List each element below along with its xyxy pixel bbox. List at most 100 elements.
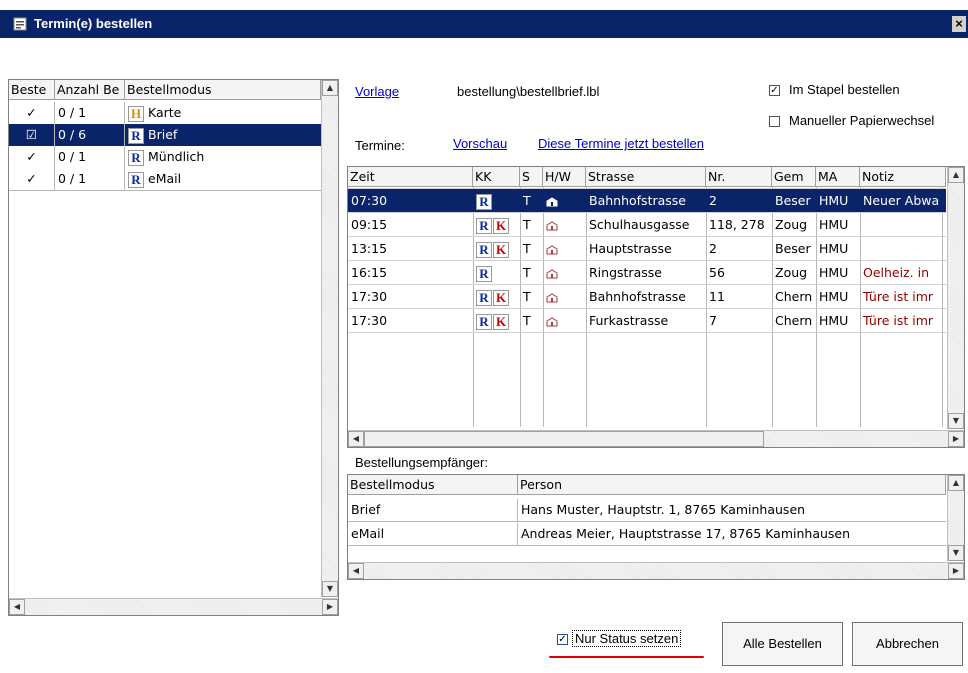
vorschau-link[interactable]: Vorschau [453, 136, 507, 151]
row-divider [348, 284, 946, 285]
termin-row[interactable]: 09:15 R K T Schulhausgasse 118, 278 Zoug HMU [348, 213, 946, 237]
scroll-up-icon[interactable]: ▲ [948, 475, 964, 491]
count-value: 0 / 6 [55, 124, 125, 146]
gem-cell: Chern [775, 289, 813, 304]
recipients-table[interactable]: Bestellmodus Person Brief Hans Muster, H… [347, 474, 965, 580]
scroll-down-icon[interactable]: ▼ [948, 413, 964, 429]
house-icon [543, 261, 586, 285]
gem-cell: Zoug [775, 265, 808, 280]
s-cell: T [523, 241, 531, 256]
status-underline [549, 656, 704, 658]
notiz-cell: Türe ist imr [863, 289, 934, 304]
mode-label: Karte [148, 105, 182, 120]
termin-row[interactable]: 17:30 R K T Furkastrasse 7 Chern HMU Türe ist im… [348, 309, 946, 333]
divider [9, 190, 321, 191]
s-cell: T [523, 265, 531, 280]
recipient-row[interactable]: eMail Andreas Meier, Hauptstrasse 17, 87… [348, 523, 946, 546]
recipients-vscrollbar[interactable]: ▲ ▼ [947, 475, 964, 561]
scroll-down-icon[interactable]: ▼ [948, 545, 964, 561]
col-header-zeit[interactable]: Zeit [348, 167, 473, 187]
list-item[interactable]: ✓ 0 / 1 R Mündlich [9, 146, 321, 168]
col-header-person[interactable]: Person [518, 475, 946, 495]
stapel-checkbox[interactable]: ✓ [769, 85, 780, 96]
ma-cell: HMU [819, 217, 849, 232]
scroll-left-icon[interactable]: ◀ [348, 563, 364, 579]
house-icon [543, 309, 586, 333]
check-icon[interactable]: ✓ [9, 102, 55, 124]
alle-bestellen-button[interactable]: Alle Bestellen [722, 622, 843, 666]
termin-row[interactable]: 16:15 R T Ringstrasse 56 Zoug HMU Oelheiz. in [348, 261, 946, 285]
col-header-hw[interactable]: H/W [543, 167, 586, 187]
scroll-thumb[interactable] [364, 431, 764, 447]
scroll-left-icon[interactable]: ◀ [348, 431, 364, 447]
col-header-s[interactable]: S [520, 167, 543, 187]
abbrechen-button[interactable]: Abbrechen [852, 622, 963, 666]
nr-cell: 2 [709, 241, 717, 256]
checkbox-icon[interactable]: ☑ [9, 124, 55, 146]
scroll-up-icon[interactable]: ▲ [948, 167, 964, 183]
nr-cell: 118, 278 [709, 217, 765, 232]
scroll-right-icon[interactable]: ▶ [948, 563, 964, 579]
left-list-vscrollbar[interactable]: ▲ ▼ [321, 80, 338, 597]
list-item[interactable]: ✓ 0 / 1 ReMail [9, 168, 321, 190]
left-list-hscrollbar[interactable]: ◀ ▶ [9, 598, 338, 615]
title-bar[interactable]: Termin(e) bestellen × [0, 10, 968, 38]
list-item[interactable]: ✓ 0 / 1 H Karte [9, 102, 321, 124]
ma-cell: HMU [819, 265, 849, 280]
zeit-cell: 17:30 [351, 313, 388, 328]
col-header-anzahl[interactable]: Anzahl Be [55, 80, 125, 100]
recipient-row[interactable]: Brief Hans Muster, Hauptstr. 1, 8765 Kam… [348, 499, 946, 522]
termin-row[interactable]: 17:30 R K T Bahnhofstrasse 11 Chern HMU Türe ist… [348, 285, 946, 309]
gem-cell: Beser [775, 241, 811, 256]
scroll-right-icon[interactable]: ▶ [948, 431, 964, 447]
s-cell: T [523, 313, 531, 328]
r-badge-icon: R [476, 241, 492, 258]
bestellmodus-list[interactable]: Beste Anzahl Be Bestellmodus ✓ 0 / 1 H Ka… [8, 79, 339, 616]
termine-label: Termine: [355, 138, 405, 153]
strasse-cell: Furkastrasse [589, 313, 669, 328]
scroll-left-icon[interactable]: ◀ [9, 599, 25, 615]
recipient-person: Andreas Meier, Hauptstrasse 17, 8765 Kam… [521, 526, 851, 541]
col-header-kk[interactable]: KK [473, 167, 520, 187]
termin-row-selected[interactable]: 07:30 R T Bahnhofstrasse 2 Beser HMU Neuer Abwa [348, 189, 946, 213]
mode-cell: R Mündlich [125, 146, 321, 168]
vorlage-link[interactable]: Vorlage [355, 84, 399, 99]
nr-cell: 2 [709, 193, 717, 208]
check-icon[interactable]: ✓ [9, 146, 55, 168]
col-header-beste[interactable]: Beste [9, 80, 55, 100]
papier-checkbox[interactable] [769, 116, 780, 127]
r-badge-icon: R [476, 193, 492, 210]
kk-cell: RK [473, 237, 520, 261]
close-icon[interactable]: × [952, 16, 966, 32]
recipients-hscrollbar[interactable]: ◀ ▶ [348, 562, 964, 579]
check-icon[interactable]: ✓ [9, 168, 55, 190]
nr-cell: 7 [709, 313, 717, 328]
col-header-notiz[interactable]: Notiz [860, 167, 946, 187]
stapel-label: Im Stapel bestellen [789, 82, 900, 97]
col-header-strasse[interactable]: Strasse [586, 167, 706, 187]
termine-hscrollbar[interactable]: ◀ ▶ [348, 430, 964, 447]
mode-cell: R Brief [125, 124, 321, 146]
col-header-bestellmodus[interactable]: Bestellmodus [125, 80, 321, 100]
termine-table[interactable]: Zeit KK S H/W Strasse Nr. Gem MA Notiz 0… [347, 166, 965, 448]
scroll-right-icon[interactable]: ▶ [322, 599, 338, 615]
status-label[interactable]: Nur Status setzen [572, 630, 682, 647]
kk-cell: RK [473, 213, 520, 237]
scroll-up-icon[interactable]: ▲ [322, 80, 338, 96]
col-header-ma[interactable]: MA [816, 167, 860, 187]
status-checkbox[interactable]: ✓ [557, 634, 568, 645]
ma-cell: HMU [819, 241, 849, 256]
notiz-cell: Türe ist imr [863, 313, 934, 328]
k-badge-icon: K [493, 313, 509, 330]
col-header-gem[interactable]: Gem [772, 167, 816, 187]
termin-row[interactable]: 13:15 R K T Hauptstrasse 2 Beser HMU [348, 237, 946, 261]
bestellen-link[interactable]: Diese Termine jetzt bestellen [538, 136, 704, 151]
col-header-bestellmodus[interactable]: Bestellmodus [348, 475, 518, 495]
scroll-down-icon[interactable]: ▼ [322, 581, 338, 597]
termine-vscrollbar[interactable]: ▲ ▼ [947, 167, 964, 429]
k-badge-icon: K [493, 289, 509, 306]
col-header-nr[interactable]: Nr. [706, 167, 772, 187]
window-title: Termin(e) bestellen [34, 16, 153, 31]
house-icon [543, 285, 586, 309]
list-item-selected[interactable]: ☑ 0 / 6 R Brief [9, 124, 321, 146]
